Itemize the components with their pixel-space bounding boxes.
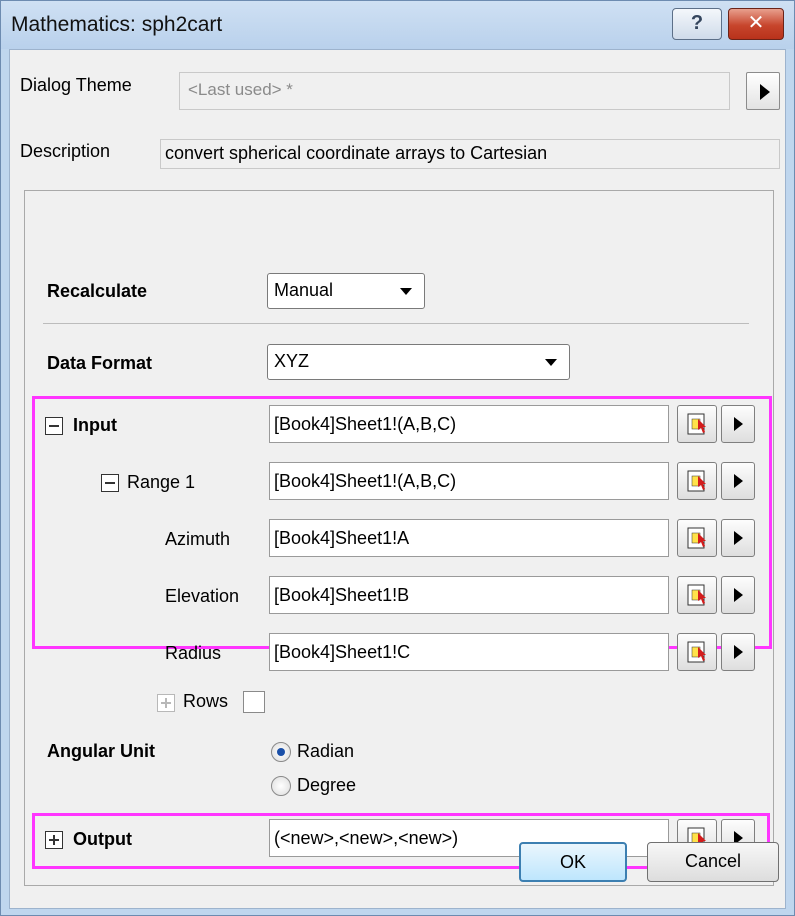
rows-label: Rows (183, 691, 229, 711)
close-button[interactable]: ✕ (728, 8, 784, 40)
recalculate-label: Recalculate (47, 281, 148, 301)
worksheet-select-icon (687, 470, 706, 492)
radius-menu-button[interactable] (721, 633, 755, 671)
cancel-button[interactable]: Cancel (647, 842, 779, 882)
collapse-input-icon[interactable] (45, 417, 63, 435)
radian-radio[interactable] (271, 742, 291, 762)
dialog-theme-label: Dialog Theme (20, 75, 132, 95)
right-arrow-icon (734, 417, 743, 431)
description-field: convert spherical coordinate arrays to C… (160, 139, 780, 169)
elevation-label: Elevation (165, 586, 240, 606)
settings-panel: Recalculate Manual Data Format XYZ Input… (24, 190, 774, 886)
worksheet-select-icon (687, 641, 706, 663)
right-arrow-icon (734, 588, 743, 602)
input-label: Input (73, 415, 117, 435)
elevation-menu-button[interactable] (721, 576, 755, 614)
output-label: Output (73, 829, 132, 849)
worksheet-select-icon (687, 527, 706, 549)
right-arrow-icon (734, 645, 743, 659)
data-format-select[interactable]: XYZ (267, 344, 570, 380)
recalculate-select[interactable]: Manual (267, 273, 425, 309)
window-title: Mathematics: sph2cart (11, 13, 223, 36)
select-elevation-button[interactable] (677, 576, 717, 614)
expand-rows-icon[interactable] (157, 694, 175, 712)
title-bar: Mathematics: sph2cart ? ✕ (1, 1, 794, 49)
select-azimuth-button[interactable] (677, 519, 717, 557)
right-arrow-icon (734, 531, 743, 545)
radian-label: Radian (297, 741, 355, 761)
recalculate-value: Manual (274, 280, 334, 300)
right-arrow-icon (734, 474, 743, 488)
radius-label: Radius (165, 643, 222, 663)
angular-unit-label: Angular Unit (47, 741, 155, 761)
collapse-range-icon[interactable] (101, 474, 119, 492)
chevron-down-icon (545, 359, 557, 366)
degree-label: Degree (297, 775, 357, 795)
azimuth-menu-button[interactable] (721, 519, 755, 557)
degree-radio[interactable] (271, 776, 291, 796)
input-range-field[interactable]: [Book4]Sheet1!(A,B,C) (269, 405, 669, 443)
select-radius-button[interactable] (677, 633, 717, 671)
dialog-body: Dialog Theme <Last used> * Description c… (9, 49, 786, 909)
dialog-window: Mathematics: sph2cart ? ✕ Dialog Theme <… (0, 0, 795, 916)
azimuth-label: Azimuth (165, 529, 231, 549)
expand-output-icon[interactable] (45, 831, 63, 849)
radius-field[interactable]: [Book4]Sheet1!C (269, 633, 669, 671)
ok-button[interactable]: OK (519, 842, 627, 882)
input-menu-button[interactable] (721, 405, 755, 443)
separator (43, 323, 749, 324)
right-arrow-icon (760, 84, 770, 100)
select-range-button[interactable] (677, 462, 717, 500)
range-field[interactable]: [Book4]Sheet1!(A,B,C) (269, 462, 669, 500)
help-button[interactable]: ? (672, 8, 722, 40)
worksheet-select-icon (687, 584, 706, 606)
azimuth-field[interactable]: [Book4]Sheet1!A (269, 519, 669, 557)
rows-checkbox[interactable] (243, 691, 265, 713)
data-format-label: Data Format (47, 353, 153, 373)
data-format-value: XYZ (274, 351, 310, 371)
range-label: Range 1 (127, 472, 196, 492)
elevation-field[interactable]: [Book4]Sheet1!B (269, 576, 669, 614)
dialog-theme-combo[interactable]: <Last used> * (179, 72, 730, 110)
theme-menu-button[interactable] (746, 72, 780, 110)
description-label: Description (20, 141, 111, 161)
worksheet-select-icon (687, 413, 706, 435)
chevron-down-icon (400, 288, 412, 295)
range-menu-button[interactable] (721, 462, 755, 500)
select-range-button[interactable] (677, 405, 717, 443)
